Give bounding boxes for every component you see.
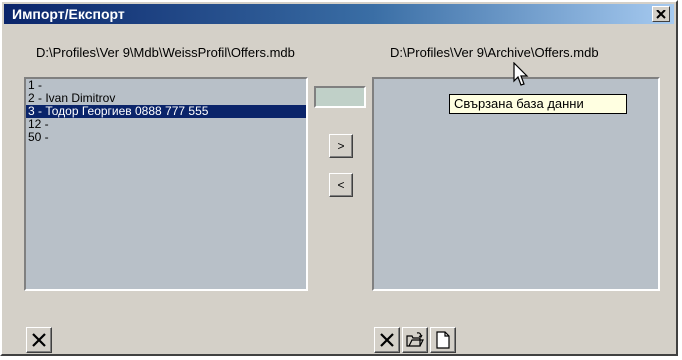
- title-bar[interactable]: Импорт/Експорт: [4, 4, 674, 24]
- new-database-button[interactable]: [430, 327, 456, 353]
- move-right-label: >: [337, 139, 345, 153]
- list-item[interactable]: 3 - Тодор Георгиев 0888 777 555: [26, 105, 306, 118]
- linked-database-tooltip: Свързана база данни: [449, 94, 627, 114]
- delete-x-icon: [32, 333, 46, 347]
- open-database-button[interactable]: [402, 327, 428, 353]
- delete-source-button[interactable]: [26, 327, 52, 353]
- move-left-label: <: [337, 178, 345, 192]
- source-path-label: D:\Profiles\Ver 9\Mdb\WeissProfil\Offers…: [36, 45, 295, 60]
- open-folder-icon: [406, 332, 424, 347]
- close-button[interactable]: [652, 6, 670, 22]
- window-title: Импорт/Експорт: [12, 6, 125, 22]
- move-left-button[interactable]: <: [329, 173, 353, 197]
- list-item[interactable]: 12 -: [26, 118, 306, 131]
- selection-count-field: [314, 86, 366, 108]
- target-path-label: D:\Profiles\Ver 9\Archive\Offers.mdb: [390, 45, 599, 60]
- delete-target-button[interactable]: [374, 327, 400, 353]
- close-icon: [656, 9, 666, 19]
- mouse-cursor-icon: [513, 62, 529, 86]
- list-item[interactable]: 50 -: [26, 131, 306, 144]
- source-records-list[interactable]: 1 -2 - Ivan Dimitrov 3 - Тодор Георгиев 0…: [24, 77, 308, 291]
- import-export-window: Импорт/Експорт D:\Profiles\Ver 9\Mdb\Wei…: [0, 0, 678, 356]
- move-right-button[interactable]: >: [329, 134, 353, 158]
- new-document-icon: [436, 331, 450, 349]
- delete-x-icon: [380, 333, 394, 347]
